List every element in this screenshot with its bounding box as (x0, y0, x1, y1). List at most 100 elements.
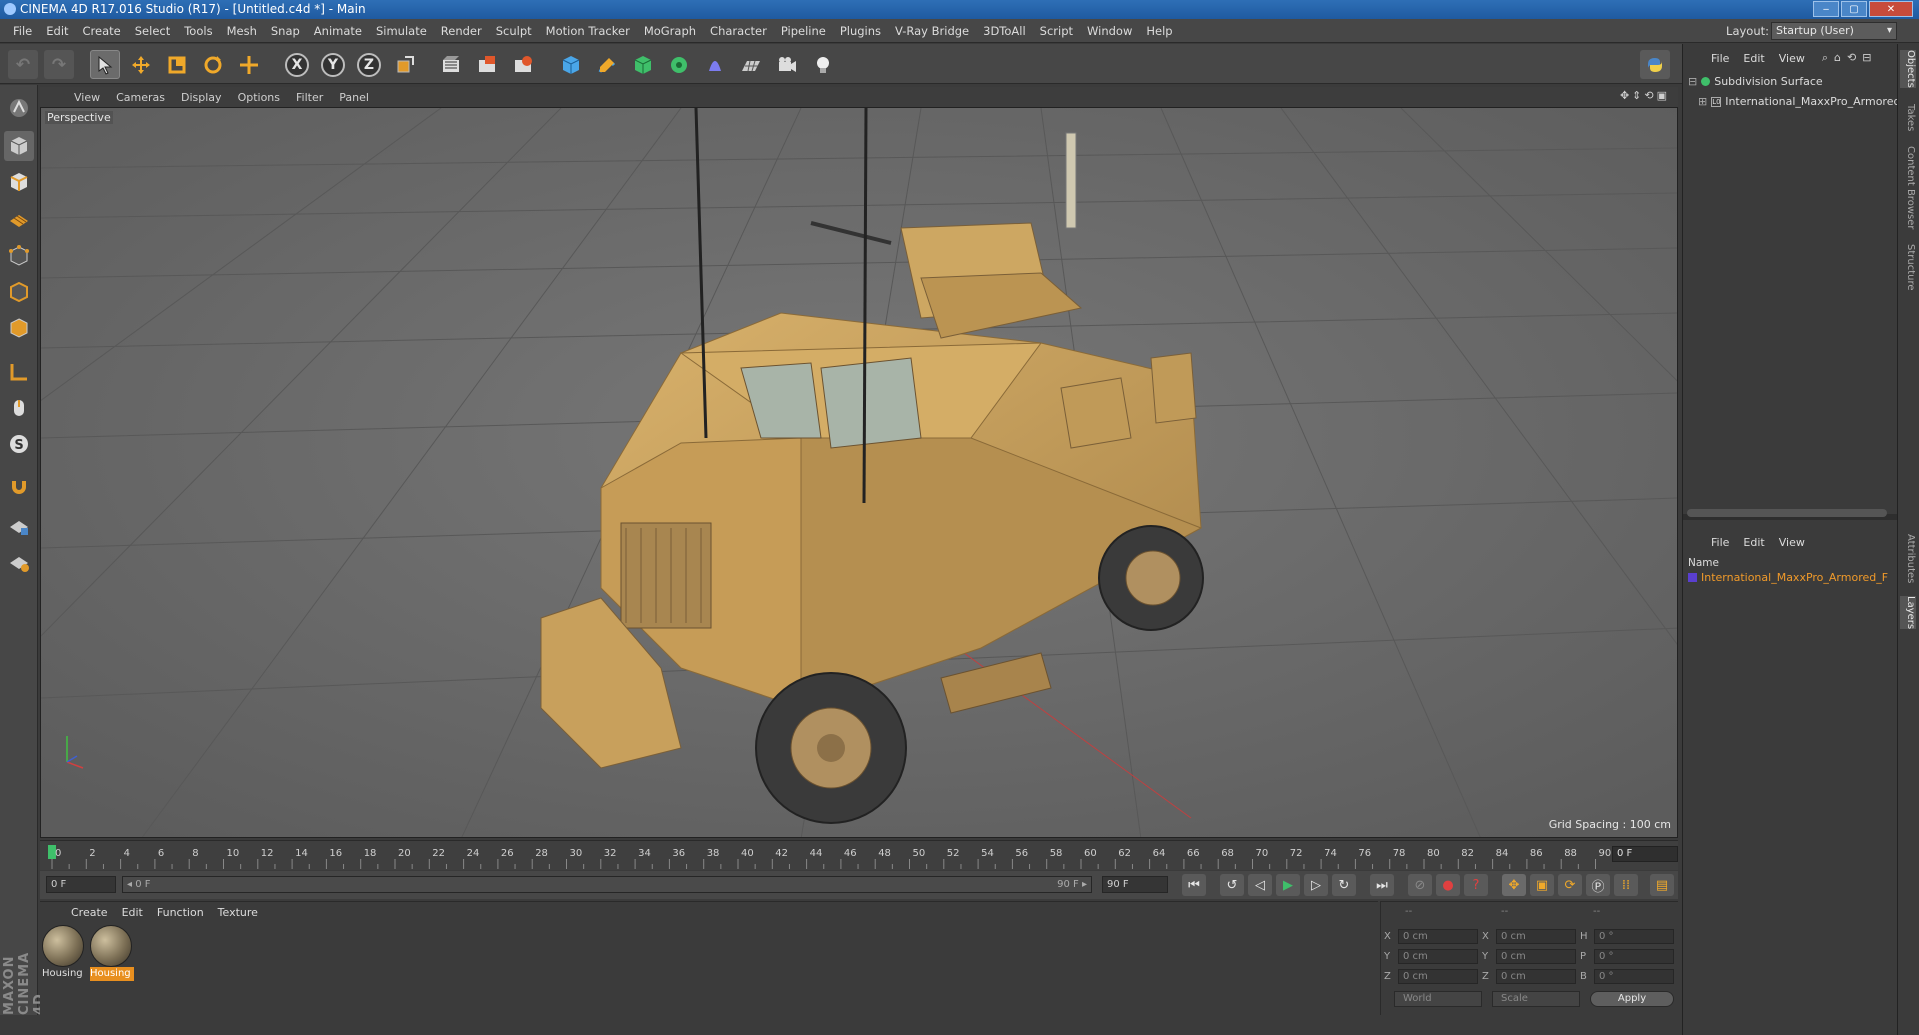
tree-item-maxxpro[interactable]: ⊞ L0 International_MaxxPro_Armored_ (1698, 95, 1906, 108)
magnet-icon[interactable] (4, 473, 34, 503)
redo-icon[interactable]: ↷ (44, 50, 74, 79)
render-settings-icon[interactable] (508, 50, 538, 79)
position-z-field[interactable]: 0 cm (1398, 969, 1478, 984)
start-frame-field[interactable]: 0 F (46, 876, 116, 893)
layer-menu-view[interactable]: View (1772, 536, 1812, 549)
menu-simulate[interactable]: Simulate (369, 24, 434, 38)
previous-keyframe-icon[interactable]: ↺ (1220, 874, 1244, 896)
menu-help[interactable]: Help (1139, 24, 1179, 38)
previous-frame-icon[interactable]: ◁ (1248, 874, 1272, 896)
menu-create[interactable]: Create (76, 24, 128, 38)
size-x-field[interactable]: 0 cm (1496, 929, 1576, 944)
planar-workplane-icon[interactable] (4, 547, 34, 577)
menu-script[interactable]: Script (1033, 24, 1080, 38)
material-swatch[interactable]: Housing (42, 925, 86, 981)
object-menu-file[interactable]: File (1704, 52, 1736, 65)
transform-tool-icon[interactable] (234, 50, 264, 79)
z-axis-lock[interactable]: Z (354, 50, 384, 79)
frame-range-slider[interactable]: ◂ 0 F 90 F ▸ (122, 876, 1092, 893)
make-editable-icon[interactable] (4, 93, 34, 123)
camera-icon[interactable] (772, 50, 802, 79)
layer-row[interactable]: International_MaxxPro_Armored_F (1688, 571, 1888, 584)
timeline-window-icon[interactable]: ▤ (1650, 874, 1674, 896)
cube-object-icon[interactable] (556, 50, 586, 79)
menu-window[interactable]: Window (1080, 24, 1139, 38)
menu-edit[interactable]: Edit (39, 24, 75, 38)
key-parameter-icon[interactable]: Ⓟ (1586, 874, 1610, 896)
object-menu-edit[interactable]: Edit (1736, 52, 1771, 65)
autokeying-icon[interactable]: ? (1464, 874, 1488, 896)
motion-record-icon[interactable]: ⊘ (1408, 874, 1432, 896)
menu-motion-tracker[interactable]: Motion Tracker (539, 24, 637, 38)
material-menu-function[interactable]: Function (150, 906, 211, 919)
position-x-field[interactable]: 0 cm (1398, 929, 1478, 944)
apply-button[interactable]: Apply (1590, 991, 1674, 1007)
material-menu-texture[interactable]: Texture (211, 906, 265, 919)
tab-layers[interactable]: Layers (1900, 596, 1916, 630)
menu-character[interactable]: Character (703, 24, 774, 38)
axis-mode-icon[interactable] (4, 357, 34, 387)
position-y-field[interactable]: 0 cm (1398, 949, 1478, 964)
deformer-icon[interactable] (700, 50, 730, 79)
rotation-b-field[interactable]: 0 ° (1594, 969, 1674, 984)
tab-objects[interactable]: Objects (1900, 50, 1916, 88)
material-menu-create[interactable]: Create (64, 906, 115, 919)
play-icon[interactable]: ▶ (1276, 874, 1300, 896)
workplane-icon[interactable] (4, 203, 34, 233)
tree-item-subdivision-surface[interactable]: ⊟ Subdivision Surface (1688, 75, 1823, 88)
object-menu-view[interactable]: View (1772, 52, 1812, 65)
end-frame-field[interactable]: 90 F (1102, 876, 1168, 893)
coordinate-space-dropdown[interactable]: World (1394, 991, 1482, 1007)
menu-animate[interactable]: Animate (307, 24, 369, 38)
menu-snap[interactable]: Snap (264, 24, 307, 38)
menu-pipeline[interactable]: Pipeline (774, 24, 833, 38)
timeline-ruler[interactable]: 0 2 4 6 8 10 12 14 16 18 20 22 24 26 28 30 32 34 36 38 40 42 4… (40, 840, 1678, 870)
size-z-field[interactable]: 0 cm (1496, 969, 1576, 984)
python-icon[interactable] (1640, 50, 1670, 79)
minimize-button[interactable]: ‒ (1813, 1, 1839, 17)
size-y-field[interactable]: 0 cm (1496, 949, 1576, 964)
model-mode-icon[interactable] (4, 131, 34, 161)
render-view-icon[interactable] (436, 50, 466, 79)
menu-3dtoall[interactable]: 3DToAll (976, 24, 1033, 38)
menu-vray-bridge[interactable]: V-Ray Bridge (888, 24, 976, 38)
y-axis-lock[interactable]: Y (318, 50, 348, 79)
layout-dropdown[interactable]: Startup (User) (1771, 22, 1897, 40)
viewport-menu-display[interactable]: Display (173, 91, 230, 104)
points-mode-icon[interactable] (4, 241, 34, 271)
rotation-h-field[interactable]: 0 ° (1594, 929, 1674, 944)
viewport-menu-cameras[interactable]: Cameras (108, 91, 173, 104)
size-mode-dropdown[interactable]: Scale (1492, 991, 1580, 1007)
tab-content-browser[interactable]: Content Browser (1900, 146, 1916, 229)
viewport-menu-options[interactable]: Options (230, 91, 288, 104)
cloner-icon[interactable] (664, 50, 694, 79)
key-scale-icon[interactable]: ▣ (1530, 874, 1554, 896)
menu-render[interactable]: Render (434, 24, 489, 38)
object-manager-icons[interactable]: ⌕⌂⟲⊟ (1812, 51, 1878, 65)
close-button[interactable]: ✕ (1869, 1, 1913, 17)
polygons-mode-icon[interactable] (4, 313, 34, 343)
record-active-objects-icon[interactable]: ● (1436, 874, 1460, 896)
next-keyframe-icon[interactable]: ↻ (1332, 874, 1356, 896)
x-axis-lock[interactable]: X (282, 50, 312, 79)
viewport-nav-icons[interactable]: ✥⇕⟲▣ (1620, 89, 1670, 102)
menu-mograph[interactable]: MoGraph (637, 24, 703, 38)
viewport-menu-panel[interactable]: Panel (331, 91, 377, 104)
undo-icon[interactable]: ↶ (8, 50, 38, 79)
key-rotation-icon[interactable]: ⟳ (1558, 874, 1582, 896)
layer-menu-file[interactable]: File (1704, 536, 1736, 549)
material-menu-edit[interactable]: Edit (115, 906, 150, 919)
tab-structure[interactable]: Structure (1900, 244, 1916, 291)
menu-plugins[interactable]: Plugins (833, 24, 888, 38)
layer-menu-edit[interactable]: Edit (1736, 536, 1771, 549)
snap-icon[interactable]: S (4, 429, 34, 459)
key-position-icon[interactable]: ✥ (1502, 874, 1526, 896)
horizontal-scrollbar[interactable] (1687, 509, 1887, 517)
render-to-picture-viewer-icon[interactable] (472, 50, 502, 79)
viewport-menu-filter[interactable]: Filter (288, 91, 331, 104)
menu-tools[interactable]: Tools (177, 24, 219, 38)
current-frame-field[interactable]: 0 F (1612, 846, 1678, 862)
scale-tool-icon[interactable] (162, 50, 192, 79)
menu-sculpt[interactable]: Sculpt (489, 24, 539, 38)
expand-icon[interactable]: ⊞ (1698, 95, 1707, 108)
